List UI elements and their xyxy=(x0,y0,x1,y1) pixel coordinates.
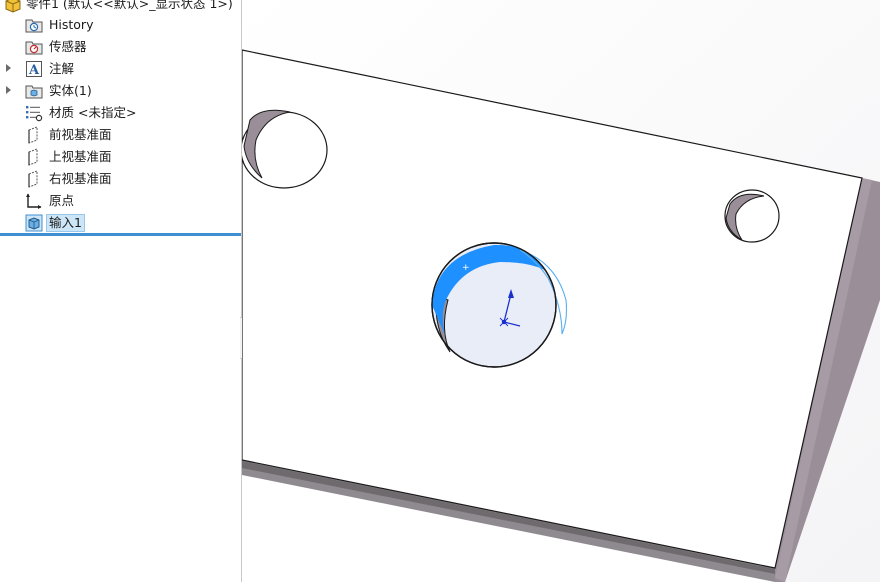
solid-bodies-icon xyxy=(25,85,43,99)
expand-arrow-icon[interactable] xyxy=(6,86,11,94)
tree-item-solid-bodies[interactable]: 实体(1) xyxy=(0,80,241,102)
history-folder-icon xyxy=(25,19,43,33)
origin-icon xyxy=(26,193,42,209)
tree-item-history[interactable]: History xyxy=(0,14,241,36)
graphics-viewport[interactable]: + xyxy=(242,0,880,582)
tree-item-label: 前视基准面 xyxy=(49,127,112,142)
rollback-bar[interactable] xyxy=(0,233,241,236)
tree-root-part[interactable]: 零件1 (默认<<默认>_显示状态 1>) xyxy=(0,0,241,15)
cursor-cross-icon: + xyxy=(462,263,470,273)
tree-item-material[interactable]: 材质 <未指定> xyxy=(0,102,241,124)
tree-item-annotations[interactable]: A 注解 xyxy=(0,58,241,80)
expand-arrow-icon[interactable] xyxy=(6,64,11,72)
tree-item-label: 实体(1) xyxy=(49,83,92,98)
part-icon xyxy=(5,0,21,13)
annotation-icon: A xyxy=(26,61,42,78)
hole-right-small[interactable] xyxy=(724,189,780,243)
tree-item-top-plane[interactable]: 上视基准面 xyxy=(0,146,241,168)
tree-item-label: 注解 xyxy=(49,61,75,76)
imported-body-icon xyxy=(25,214,43,232)
sensor-folder-icon xyxy=(25,41,43,55)
tree-item-front-plane[interactable]: 前视基准面 xyxy=(0,124,241,146)
feature-manager-tree: 零件1 (默认<<默认>_显示状态 1>) History 传感器 A 注解 实… xyxy=(0,0,242,582)
tree-item-label: History xyxy=(49,17,94,32)
tree-item-origin[interactable]: 原点 xyxy=(0,190,241,212)
tree-item-label: 材质 <未指定> xyxy=(49,105,137,120)
tree-item-import1[interactable]: 输入1 xyxy=(0,212,241,234)
tree-item-label: 传感器 xyxy=(49,39,87,54)
tree-item-right-plane[interactable]: 右视基准面 xyxy=(0,168,241,190)
plane-icon xyxy=(28,170,38,188)
tree-item-sensors[interactable]: 传感器 xyxy=(0,36,241,58)
tree-root-label: 零件1 (默认<<默认>_显示状态 1>) xyxy=(26,0,233,11)
tree-item-label: 上视基准面 xyxy=(49,149,112,164)
tree-item-label: 原点 xyxy=(49,193,75,208)
svg-text:A: A xyxy=(28,63,40,78)
plane-icon xyxy=(28,148,38,166)
tree-item-label: 右视基准面 xyxy=(49,171,112,186)
tree-item-label: 输入1 xyxy=(46,214,85,232)
material-icon xyxy=(26,106,43,122)
plane-icon xyxy=(28,126,38,144)
